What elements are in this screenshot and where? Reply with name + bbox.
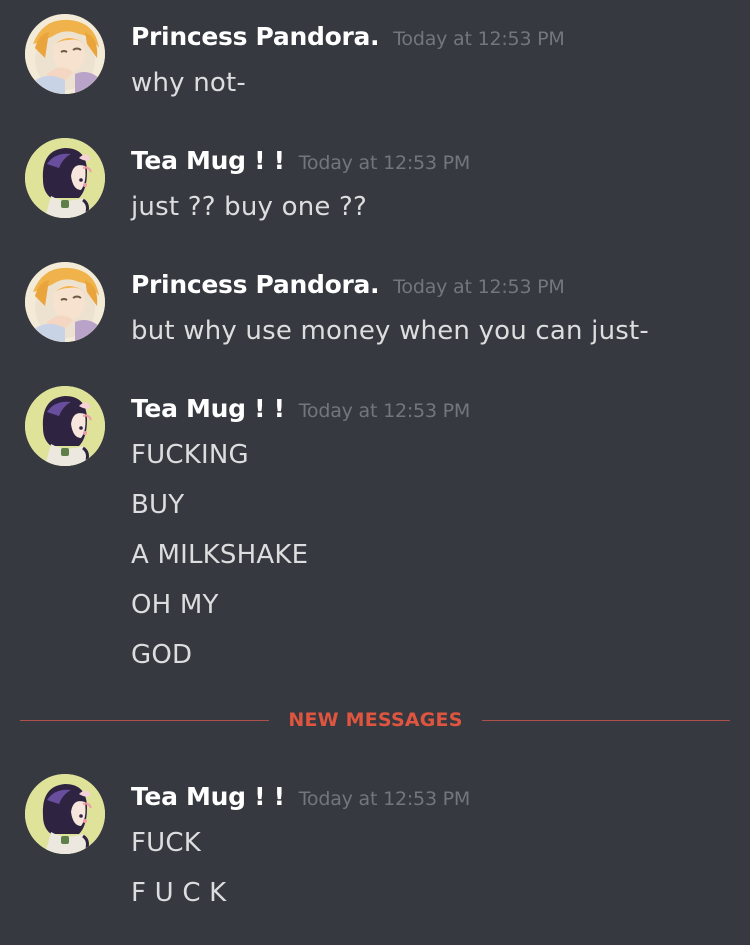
timestamp: Today at 12:53 PM [298, 788, 471, 810]
message-content: FUCK F U C K [131, 822, 226, 918]
divider-line [482, 720, 730, 721]
message-content: FUCKING BUY A MILKSHAKE OH MY GOD [131, 434, 308, 680]
message-content: but why use money when you can just- [131, 310, 649, 356]
message-header: Princess Pandora. Today at 12:53 PM [131, 20, 565, 57]
username[interactable]: Princess Pandora. [131, 270, 380, 299]
avatar-image [25, 774, 105, 854]
username[interactable]: Tea Mug ! ! [131, 394, 285, 423]
message-header: Princess Pandora. Today at 12:53 PM [131, 268, 565, 305]
message-text: just ?? buy one ?? [131, 192, 368, 222]
message-text: F U C K [131, 878, 227, 908]
avatar-tea-mug[interactable] [25, 774, 105, 854]
message-text: why not- [131, 68, 246, 98]
new-messages-label: NEW MESSAGES [288, 709, 463, 731]
avatar-princess-pandora[interactable] [25, 14, 105, 94]
timestamp: Today at 12:53 PM [393, 276, 565, 298]
avatar-tea-mug[interactable] [25, 386, 105, 466]
avatar-image [25, 262, 105, 342]
message-text: but why use money when you can just- [131, 316, 649, 346]
message-text: FUCKING [131, 440, 249, 470]
avatar-image [25, 386, 105, 466]
username[interactable]: Tea Mug ! ! [131, 146, 285, 175]
timestamp: Today at 12:53 PM [298, 400, 471, 422]
avatar-tea-mug[interactable] [25, 138, 105, 218]
message-text: OH MY [131, 590, 219, 620]
avatar-princess-pandora[interactable] [25, 262, 105, 342]
timestamp: Today at 12:53 PM [298, 152, 471, 174]
message-content: just ?? buy one ?? [131, 186, 367, 232]
username[interactable]: Tea Mug ! ! [131, 782, 285, 811]
timestamp: Today at 12:53 PM [393, 28, 565, 50]
message-text: A MILKSHAKE [131, 540, 309, 570]
username[interactable]: Princess Pandora. [131, 22, 380, 51]
message-header: Tea Mug ! ! Today at 12:53 PM [131, 144, 470, 181]
message-content: why not- [131, 62, 246, 108]
divider-line [20, 720, 269, 721]
message-header: Tea Mug ! ! Today at 12:53 PM [131, 780, 470, 817]
avatar-image [25, 14, 105, 94]
message-text: BUY [131, 490, 185, 520]
message-header: Tea Mug ! ! Today at 12:53 PM [131, 392, 470, 429]
new-messages-divider: NEW MESSAGES [20, 709, 730, 731]
message-text: GOD [131, 640, 193, 670]
chat-messages: Princess Pandora. Today at 12:53 PM why n… [0, 0, 750, 945]
message-text: FUCK [131, 828, 201, 858]
avatar-image [25, 138, 105, 218]
